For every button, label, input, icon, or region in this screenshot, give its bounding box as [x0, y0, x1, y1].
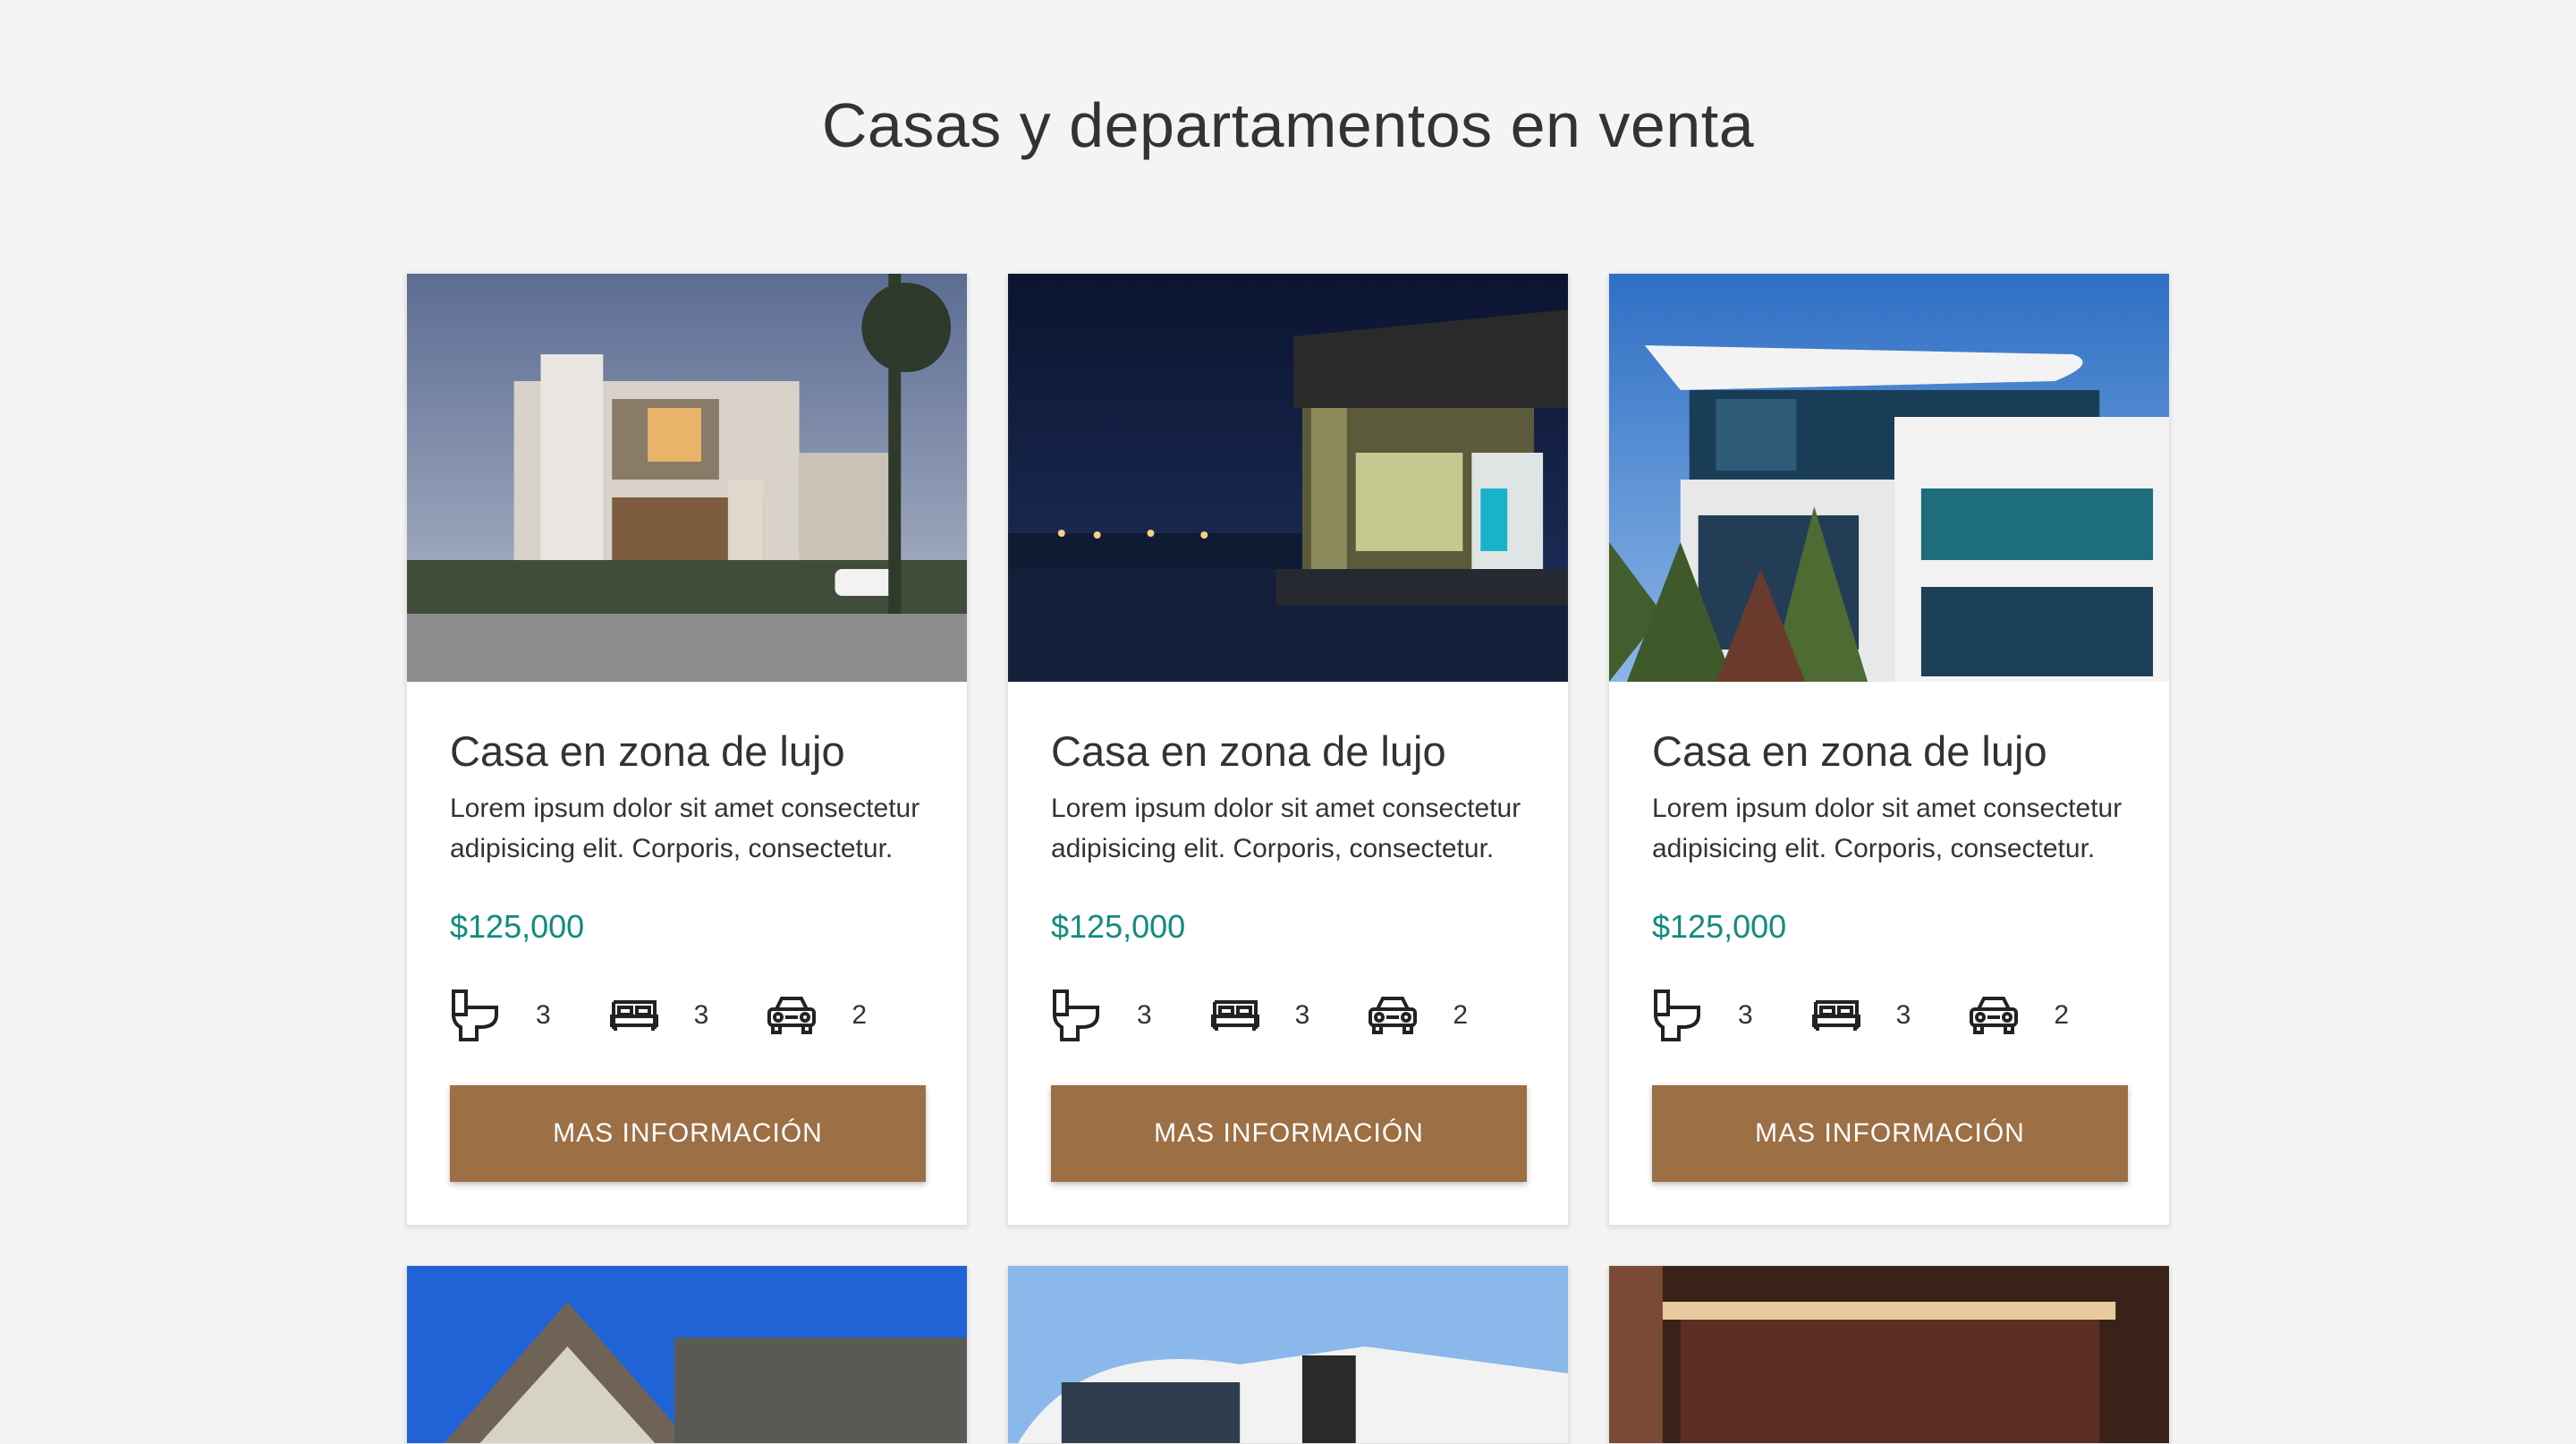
bed-icon	[1811, 1000, 1860, 1031]
toilet-icon	[1053, 990, 1099, 1041]
parking-count: 2	[1453, 1000, 1469, 1030]
feature-bathrooms: 3	[450, 988, 608, 1043]
feature-bedrooms: 3	[1810, 988, 1969, 1043]
listing-image-white-modern-house[interactable]	[1609, 274, 2169, 682]
bathrooms-count: 3	[1738, 1000, 1753, 1030]
car-icon	[767, 997, 817, 1034]
more-info-button[interactable]: MAS INFORMACIÓN	[1652, 1085, 2128, 1182]
page-title: Casas y departamentos en venta	[821, 90, 1755, 160]
listing-card-partial	[1608, 1265, 2170, 1444]
car-icon	[1368, 997, 1418, 1034]
toilet-icon	[452, 990, 498, 1041]
bathrooms-count: 3	[536, 1000, 551, 1030]
listing-features: 3 3 2	[1652, 987, 2126, 1044]
bathrooms-count: 3	[1137, 1000, 1152, 1030]
listing-description: Lorem ipsum dolor sit amet consectetur a…	[1051, 794, 1521, 863]
feature-parking: 2	[1968, 988, 2126, 1043]
car-icon	[1970, 997, 2019, 1034]
listing-title: Casa en zona de lujo	[1652, 727, 2047, 775]
listing-image-curved-house[interactable]	[1008, 1266, 1568, 1444]
parking-count: 2	[2054, 1000, 2070, 1030]
listings-grid: Casa en zona de lujo Lorem ipsum dolor s…	[406, 273, 2170, 1444]
listing-image-roof-house[interactable]	[407, 1266, 967, 1444]
listing-price: $125,000	[450, 908, 585, 945]
listing-image-modern-house-dusk[interactable]	[407, 274, 967, 682]
listing-image-night-house[interactable]	[1008, 274, 1568, 682]
listing-features: 3 3 2	[450, 987, 924, 1044]
bedrooms-count: 3	[693, 1000, 709, 1030]
listing-image-interior[interactable]	[1609, 1266, 2169, 1444]
feature-bathrooms: 3	[1652, 988, 1810, 1043]
listing-price: $125,000	[1051, 908, 1186, 945]
bedrooms-count: 3	[1895, 1000, 1911, 1030]
listing-card: Casa en zona de lujo Lorem ipsum dolor s…	[1608, 273, 2170, 1226]
listing-title: Casa en zona de lujo	[450, 727, 845, 775]
listing-card: Casa en zona de lujo Lorem ipsum dolor s…	[406, 273, 968, 1226]
feature-bathrooms: 3	[1051, 988, 1209, 1043]
listing-title: Casa en zona de lujo	[1051, 727, 1446, 775]
listing-description: Lorem ipsum dolor sit amet consectetur a…	[450, 794, 920, 863]
bed-icon	[1210, 1000, 1259, 1031]
listing-card-partial	[1007, 1265, 1569, 1444]
feature-bedrooms: 3	[1209, 988, 1368, 1043]
listing-card-partial	[406, 1265, 968, 1444]
listing-card: Casa en zona de lujo Lorem ipsum dolor s…	[1007, 273, 1569, 1226]
bed-icon	[609, 1000, 658, 1031]
more-info-button[interactable]: MAS INFORMACIÓN	[1051, 1085, 1527, 1182]
more-info-button[interactable]: MAS INFORMACIÓN	[450, 1085, 926, 1182]
parking-count: 2	[852, 1000, 868, 1030]
listing-features: 3 3 2	[1051, 987, 1525, 1044]
listing-description: Lorem ipsum dolor sit amet consectetur a…	[1652, 794, 2123, 863]
feature-parking: 2	[766, 988, 924, 1043]
listing-price: $125,000	[1652, 908, 1787, 945]
feature-bedrooms: 3	[608, 988, 767, 1043]
feature-parking: 2	[1367, 988, 1525, 1043]
bedrooms-count: 3	[1294, 1000, 1310, 1030]
toilet-icon	[1654, 990, 1700, 1041]
